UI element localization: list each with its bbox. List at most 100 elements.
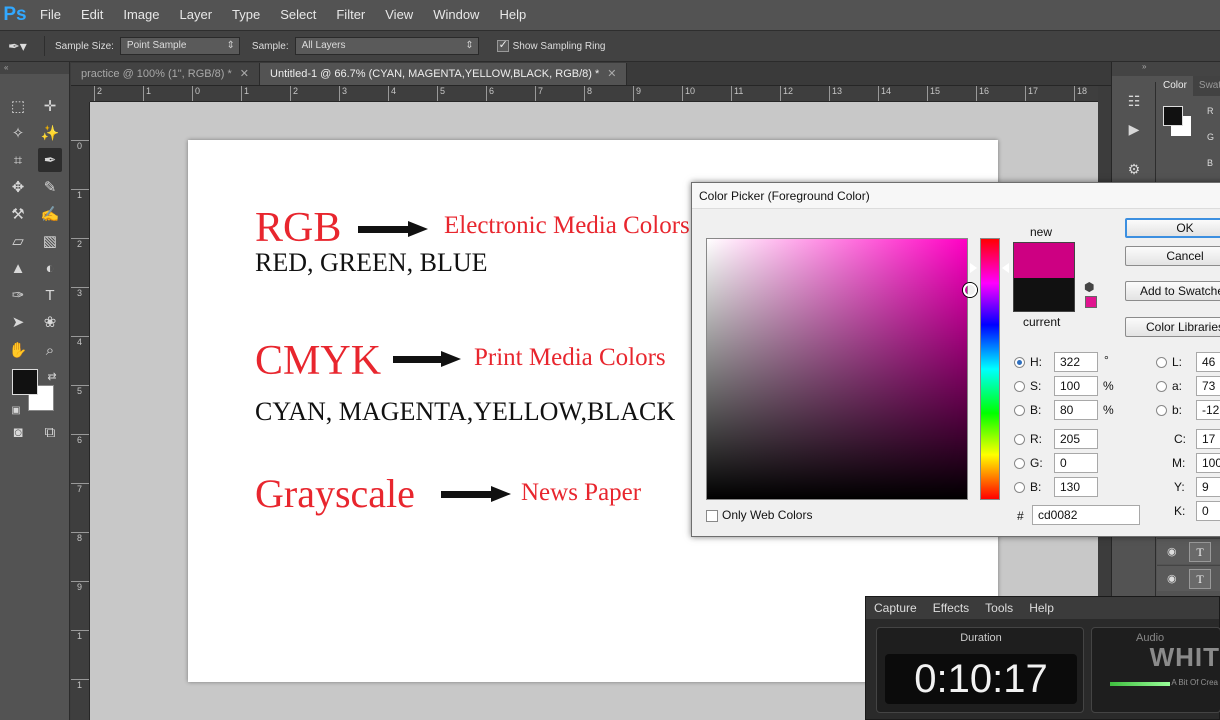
tab-color[interactable]: Color (1157, 76, 1193, 96)
quick-mask-icon[interactable]: ◙ (6, 420, 30, 444)
type-tool-icon[interactable]: T (38, 283, 62, 307)
eye-icon[interactable]: ◉ (1167, 545, 1177, 558)
gradient-tool-icon[interactable]: ▧ (38, 229, 62, 253)
recorder-menu-effects[interactable]: Effects (925, 601, 977, 615)
green-input[interactable]: 0 (1054, 453, 1098, 473)
eraser-tool-icon[interactable]: ▱ (6, 229, 30, 253)
move-tool-icon[interactable]: ✛ (38, 94, 62, 118)
eyedropper-tool-icon[interactable]: ✒ (38, 148, 62, 172)
history-brush-tool-icon[interactable]: ✍ (38, 202, 62, 226)
saturation-input[interactable]: 100 (1054, 376, 1098, 396)
hex-input[interactable]: cd0082 (1032, 505, 1140, 525)
default-colors-icon[interactable]: ▣ (4, 398, 28, 422)
menu-view[interactable]: View (375, 0, 423, 30)
menu-layer[interactable]: Layer (170, 0, 223, 30)
menu-window[interactable]: Window (423, 0, 489, 30)
lasso-tool-icon[interactable]: ✧ (6, 121, 30, 145)
horizontal-ruler[interactable]: 2 1 0 1 2 3 4 5 6 7 8 9 10 11 12 13 14 1… (90, 86, 1098, 102)
foreground-color-swatch[interactable] (12, 369, 38, 395)
sample-size-label: Sample Size: (55, 40, 114, 52)
magic-wand-tool-icon[interactable]: ✨ (38, 121, 62, 145)
menu-image[interactable]: Image (113, 0, 169, 30)
cancel-button[interactable]: Cancel (1125, 246, 1220, 266)
menu-filter[interactable]: Filter (326, 0, 375, 30)
only-web-colors-checkbox[interactable] (706, 510, 718, 522)
tab-practice[interactable]: practice @ 100% (1", RGB/8) * ✕ (71, 63, 261, 85)
ok-button[interactable]: OK (1125, 218, 1220, 238)
blur-tool-icon[interactable]: ▲ (6, 256, 30, 280)
blue-input[interactable]: 130 (1054, 477, 1098, 497)
red-radio[interactable] (1014, 434, 1025, 445)
path-selection-tool-icon[interactable]: ➤ (6, 310, 30, 334)
vertical-ruler[interactable]: 0 1 2 3 4 5 6 7 8 9 1 1 (71, 102, 90, 720)
hue-input[interactable]: 322 (1054, 352, 1098, 372)
menu-edit[interactable]: Edit (71, 0, 113, 30)
color-panel-foreground-swatch[interactable] (1163, 106, 1183, 126)
brush-tool-icon[interactable]: ✎ (38, 175, 62, 199)
b-channel-input[interactable]: -12 (1196, 400, 1220, 420)
blue-radio[interactable] (1014, 482, 1025, 493)
healing-brush-tool-icon[interactable]: ✥ (6, 175, 30, 199)
hand-tool-icon[interactable]: ✋ (6, 338, 30, 362)
a-channel-input[interactable]: 73 (1196, 376, 1220, 396)
saturation-brightness-field[interactable] (706, 238, 968, 500)
arrow-icon (393, 351, 461, 367)
crop-tool-icon[interactable]: ⌗ (6, 148, 30, 172)
ruler-tick: 1 (71, 630, 89, 641)
show-sampling-ring-checkbox[interactable] (496, 38, 509, 52)
black-input[interactable]: 0 (1196, 501, 1220, 521)
saturation-radio[interactable] (1014, 381, 1025, 392)
recorder-menu-capture[interactable]: Capture (866, 601, 925, 615)
recorder-menu-tools[interactable]: Tools (977, 601, 1021, 615)
close-icon[interactable]: ✕ (240, 68, 249, 80)
eyedropper-icon[interactable]: ✒▾ (8, 38, 38, 55)
menu-file[interactable]: File (30, 0, 71, 30)
properties-panel-icon[interactable]: ⚙ (1122, 158, 1146, 180)
websafe-color-swatch[interactable] (1085, 296, 1097, 308)
menu-select[interactable]: Select (270, 0, 326, 30)
a-channel-radio[interactable] (1156, 381, 1167, 392)
brightness-radio[interactable] (1014, 405, 1025, 416)
lightness-radio[interactable] (1156, 357, 1167, 368)
layer-row[interactable]: ◉ T (1157, 538, 1220, 564)
brightness-input[interactable]: 80 (1054, 400, 1098, 420)
pen-tool-icon[interactable]: ✑ (6, 283, 30, 307)
lightness-input[interactable]: 46 (1196, 352, 1220, 372)
close-icon[interactable]: ✕ (607, 68, 616, 80)
marquee-tool-icon[interactable]: ⬚ (6, 94, 30, 118)
eye-icon[interactable]: ◉ (1167, 572, 1177, 585)
dodge-tool-icon[interactable]: ◐ (38, 256, 62, 280)
hue-slider[interactable] (980, 238, 1000, 500)
color-libraries-button[interactable]: Color Libraries (1125, 317, 1220, 337)
zoom-tool-icon[interactable]: ⌕ (38, 338, 62, 362)
ruler-tick: 1 (143, 86, 151, 101)
clone-stamp-tool-icon[interactable]: ⚒ (6, 202, 30, 226)
hue-slider-handle-right[interactable] (1002, 263, 1009, 273)
yellow-input[interactable]: 9 (1196, 477, 1220, 497)
red-input[interactable]: 205 (1054, 429, 1098, 449)
tools-panel-header[interactable]: « (0, 62, 69, 74)
hue-slider-handle-left[interactable] (970, 263, 977, 273)
cyan-input[interactable]: 17 (1196, 429, 1220, 449)
hue-radio[interactable] (1014, 357, 1025, 368)
color-selector-ring[interactable] (963, 283, 977, 297)
recorder-menu-help[interactable]: Help (1021, 601, 1062, 615)
magenta-input[interactable]: 100 (1196, 453, 1220, 473)
add-to-swatches-button[interactable]: Add to Swatches (1125, 281, 1220, 301)
current-color-swatch[interactable] (1013, 278, 1075, 312)
out-of-gamut-cube-icon[interactable]: ⬢ (1084, 280, 1094, 294)
tab-swatches[interactable]: Swatches (1193, 76, 1220, 96)
b-channel-radio[interactable] (1156, 405, 1167, 416)
sample-size-select[interactable]: Point Sample (119, 37, 240, 55)
dock-collapse-icon[interactable]: » (1112, 62, 1220, 76)
menu-type[interactable]: Type (222, 0, 270, 30)
custom-shape-tool-icon[interactable]: ❀ (38, 310, 62, 334)
actions-panel-icon[interactable]: ▶ (1122, 118, 1146, 140)
tab-untitled-1[interactable]: Untitled-1 @ 66.7% (CYAN, MAGENTA,YELLOW… (260, 63, 628, 85)
history-panel-icon[interactable]: ☷ (1122, 90, 1146, 112)
menu-help[interactable]: Help (489, 0, 536, 30)
screen-mode-icon[interactable]: ⧉ (38, 420, 62, 444)
layer-row[interactable]: ◉ T (1157, 565, 1220, 591)
green-radio[interactable] (1014, 458, 1025, 469)
sample-select[interactable]: All Layers (294, 37, 479, 55)
